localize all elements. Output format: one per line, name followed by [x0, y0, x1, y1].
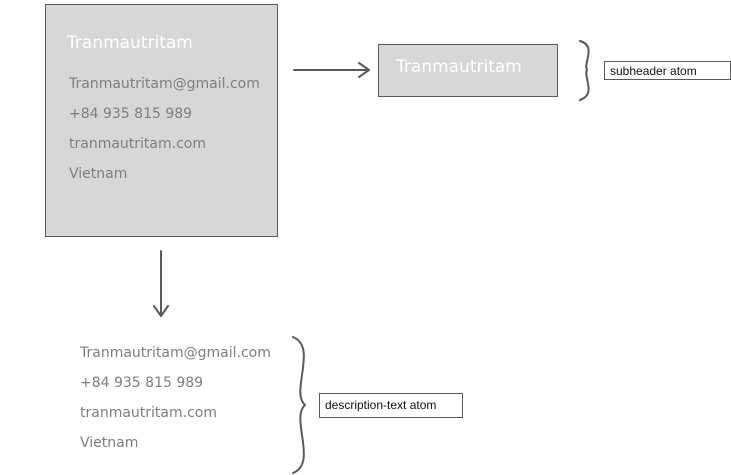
description-country: Vietnam: [80, 435, 139, 451]
subheader-brace-icon: [579, 40, 590, 101]
subheader-atom-label: subheader atom: [604, 61, 731, 80]
card-email: Tranmautritam@gmail.com: [69, 76, 260, 92]
arrow-down-icon: [153, 250, 169, 317]
description-email: Tranmautritam@gmail.com: [80, 345, 271, 361]
description-text-atom-label: description-text atom: [319, 393, 463, 418]
description-website: tranmautritam.com: [80, 405, 217, 421]
profile-card: Tranmautritam Tranmautritam@gmail.com +8…: [45, 4, 278, 237]
card-website: tranmautritam.com: [69, 136, 206, 152]
card-name: Tranmautritam: [67, 33, 193, 53]
description-phone: +84 935 815 989: [80, 375, 204, 391]
arrow-right-icon: [293, 62, 370, 78]
subheader-example-text: Tranmautritam: [396, 57, 522, 77]
description-brace-icon: [292, 336, 306, 474]
card-phone: +84 935 815 989: [69, 106, 193, 122]
subheader-example-box: Tranmautritam: [378, 44, 558, 97]
diagram-canvas: Tranmautritam Tranmautritam@gmail.com +8…: [0, 0, 731, 475]
card-country: Vietnam: [69, 166, 128, 182]
